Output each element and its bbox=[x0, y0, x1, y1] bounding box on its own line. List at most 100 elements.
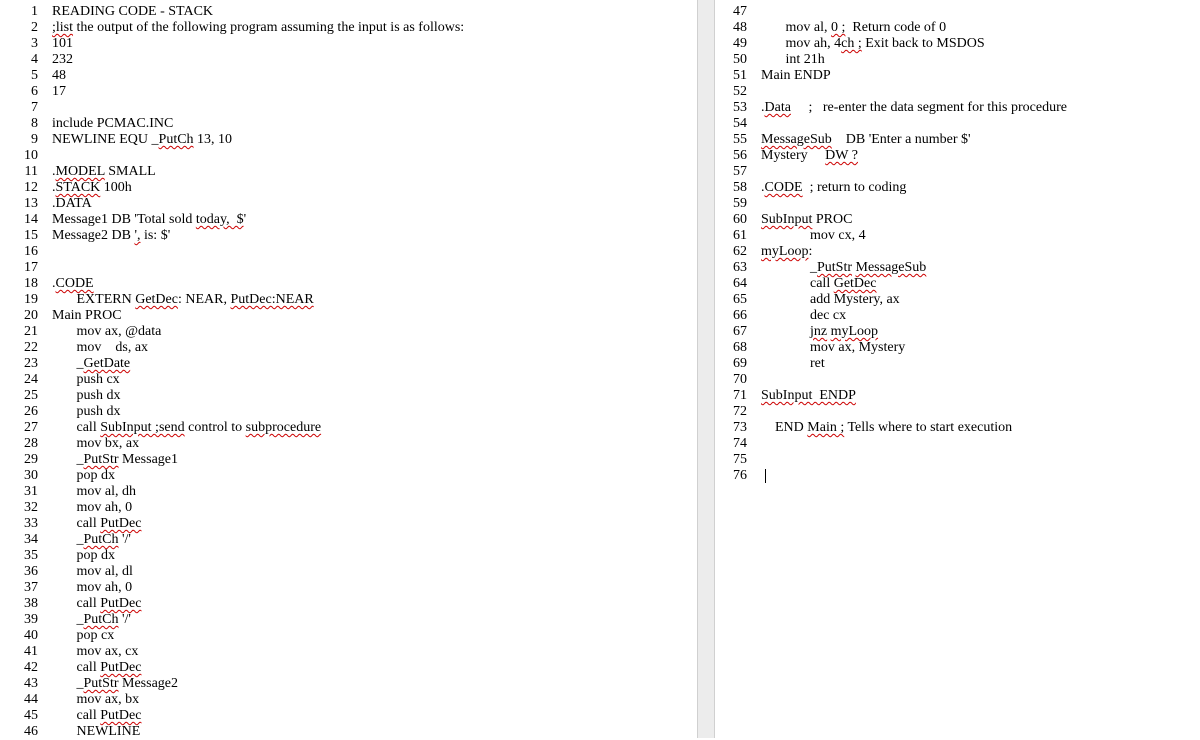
line-number: 21 bbox=[12, 324, 38, 340]
code-line: 60SubInput PROC bbox=[721, 212, 1200, 228]
line-text: .CODE ; return to coding bbox=[761, 180, 906, 196]
code-line: 40 pop cx bbox=[12, 628, 697, 644]
line-text: mov ah, 0 bbox=[52, 500, 132, 516]
line-number: 71 bbox=[721, 388, 747, 404]
code-line: 17 bbox=[12, 260, 697, 276]
code-line: 43 _PutStr Message2 bbox=[12, 676, 697, 692]
line-text: mov al, dh bbox=[52, 484, 136, 500]
code-line: 39 _PutCh '/' bbox=[12, 612, 697, 628]
line-number: 13 bbox=[12, 196, 38, 212]
line-text: call PutDec bbox=[52, 596, 141, 612]
code-line: 548 bbox=[12, 68, 697, 84]
code-line: 34 _PutCh '/' bbox=[12, 532, 697, 548]
line-number: 49 bbox=[721, 36, 747, 52]
line-number: 62 bbox=[721, 244, 747, 260]
line-text: .Data ; re-enter the data segment for th… bbox=[761, 100, 1067, 116]
line-number: 48 bbox=[721, 20, 747, 36]
line-text: call SubInput ;send control to subproced… bbox=[52, 420, 321, 436]
code-line: 35 pop dx bbox=[12, 548, 697, 564]
code-line: 53.Data ; re-enter the data segment for … bbox=[721, 100, 1200, 116]
line-number: 35 bbox=[12, 548, 38, 564]
line-number: 75 bbox=[721, 452, 747, 468]
line-text: .DATA bbox=[52, 196, 92, 212]
line-text: _PutCh '/' bbox=[52, 612, 131, 628]
code-line: 70 bbox=[721, 372, 1200, 388]
code-line: 31 mov al, dh bbox=[12, 484, 697, 500]
line-number: 39 bbox=[12, 612, 38, 628]
code-line: 32 mov ah, 0 bbox=[12, 500, 697, 516]
line-text: ret bbox=[761, 356, 825, 372]
code-line: 71SubInput ENDP bbox=[721, 388, 1200, 404]
line-number: 11 bbox=[12, 164, 38, 180]
line-text: mov al, dl bbox=[52, 564, 133, 580]
line-text: call PutDec bbox=[52, 516, 141, 532]
code-line: 28 mov bx, ax bbox=[12, 436, 697, 452]
line-text: .CODE bbox=[52, 276, 94, 292]
code-line: 14 Message1 DB 'Total sold today, $' bbox=[12, 212, 697, 228]
code-line: 36 mov al, dl bbox=[12, 564, 697, 580]
line-number: 74 bbox=[721, 436, 747, 452]
line-text: _PutStr MessageSub bbox=[761, 260, 926, 276]
line-number: 45 bbox=[12, 708, 38, 724]
line-number: 67 bbox=[721, 324, 747, 340]
line-number: 19 bbox=[12, 292, 38, 308]
code-line: 64 call GetDec bbox=[721, 276, 1200, 292]
line-text: Message2 DB ', is: $' bbox=[52, 228, 170, 244]
line-text: call GetDec bbox=[761, 276, 876, 292]
code-line: 42 call PutDec bbox=[12, 660, 697, 676]
line-number: 61 bbox=[721, 228, 747, 244]
code-line: 10 bbox=[12, 148, 697, 164]
line-text: mov ax, bx bbox=[52, 692, 139, 708]
line-number: 25 bbox=[12, 388, 38, 404]
code-line: 13 .DATA bbox=[12, 196, 697, 212]
code-line: 47 bbox=[721, 4, 1200, 20]
text-cursor bbox=[765, 469, 766, 483]
code-line: 74 bbox=[721, 436, 1200, 452]
line-number: 14 bbox=[12, 212, 38, 228]
code-line: 72 bbox=[721, 404, 1200, 420]
code-line: 33 call PutDec bbox=[12, 516, 697, 532]
line-number: 7 bbox=[12, 100, 38, 116]
line-text bbox=[761, 468, 766, 484]
code-line: 21 mov ax, @data bbox=[12, 324, 697, 340]
code-line: 19 EXTERN GetDec: NEAR, PutDec:NEAR bbox=[12, 292, 697, 308]
code-line: 66 dec cx bbox=[721, 308, 1200, 324]
line-number: 15 bbox=[12, 228, 38, 244]
line-number: 9 bbox=[12, 132, 38, 148]
line-text: mov al, 0 ; Return code of 0 bbox=[761, 20, 946, 36]
line-number: 60 bbox=[721, 212, 747, 228]
line-number: 73 bbox=[721, 420, 747, 436]
code-line: 50 int 21h bbox=[721, 52, 1200, 68]
line-number: 76 bbox=[721, 468, 747, 484]
right-page: 4748 mov al, 0 ; Return code of 0 49 mov … bbox=[715, 0, 1200, 484]
line-number: 51 bbox=[721, 68, 747, 84]
line-number: 2 bbox=[12, 20, 38, 36]
line-number: 12 bbox=[12, 180, 38, 196]
code-line: 73 END Main ; Tells where to start execu… bbox=[721, 420, 1200, 436]
code-line: 58.CODE ; return to coding bbox=[721, 180, 1200, 196]
line-text: dec cx bbox=[761, 308, 846, 324]
line-number: 44 bbox=[12, 692, 38, 708]
code-line: 54 bbox=[721, 116, 1200, 132]
line-number: 23 bbox=[12, 356, 38, 372]
code-line: 617 bbox=[12, 84, 697, 100]
line-text: pop dx bbox=[52, 548, 115, 564]
line-text: EXTERN GetDec: NEAR, PutDec:NEAR bbox=[52, 292, 314, 308]
code-line: 4232 bbox=[12, 52, 697, 68]
line-number: 33 bbox=[12, 516, 38, 532]
line-number: 37 bbox=[12, 580, 38, 596]
line-text: READING CODE - STACK bbox=[52, 4, 213, 20]
code-line: 69 ret bbox=[721, 356, 1200, 372]
code-line: 41 mov ax, cx bbox=[12, 644, 697, 660]
line-number: 63 bbox=[721, 260, 747, 276]
line-text: END Main ; Tells where to start executio… bbox=[761, 420, 1012, 436]
line-text: .STACK 100h bbox=[52, 180, 132, 196]
line-number: 6 bbox=[12, 84, 38, 100]
line-text: mov ah, 4ch ; Exit back to MSDOS bbox=[761, 36, 985, 52]
line-text: mov cx, 4 bbox=[761, 228, 866, 244]
line-text: mov bx, ax bbox=[52, 436, 139, 452]
line-number: 72 bbox=[721, 404, 747, 420]
page-divider bbox=[697, 0, 715, 738]
line-text: Message1 DB 'Total sold today, $' bbox=[52, 212, 246, 228]
line-number: 68 bbox=[721, 340, 747, 356]
